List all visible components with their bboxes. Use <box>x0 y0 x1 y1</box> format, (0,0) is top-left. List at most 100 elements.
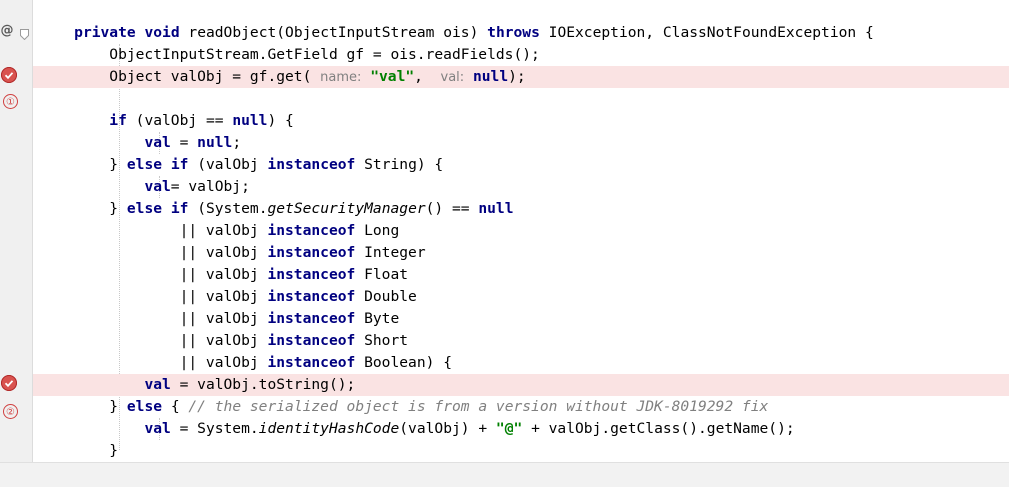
code-token: instanceof <box>267 310 356 327</box>
code-line[interactable]: || valObj instanceof Long <box>33 220 1009 242</box>
code-token: Integer <box>355 244 426 261</box>
code-token: void <box>144 24 180 41</box>
code-token: ObjectInputStream.GetField gf = ois.read… <box>39 46 540 63</box>
code-token: Float <box>355 266 409 283</box>
code-token: (valObj == <box>126 112 233 129</box>
code-line[interactable]: ObjectInputStream.GetField gf = ois.read… <box>33 44 1009 66</box>
editor-gutter: @ ① ② <box>0 0 33 462</box>
code-token: if <box>170 156 189 173</box>
parameter-hint: name: <box>320 70 362 85</box>
code-token: Boolean) { <box>355 354 452 371</box>
code-token: Object valObj = gf.get( <box>39 68 321 85</box>
code-line-breakpoint[interactable]: Object valObj = gf.get( name: "val", val… <box>33 66 1009 88</box>
code-line[interactable]: || valObj instanceof Boolean) { <box>33 352 1009 374</box>
code-token: || valObj <box>39 310 268 327</box>
code-token: instanceof <box>267 288 356 305</box>
code-line[interactable]: || valObj instanceof Byte <box>33 308 1009 330</box>
parameter-hint: val: <box>440 70 465 85</box>
code-line[interactable]: private void readObject(ObjectInputStrea… <box>33 22 1009 44</box>
breakpoint-icon[interactable] <box>1 67 17 83</box>
code-token: ; <box>232 134 242 151</box>
override-marker-icon[interactable]: @ <box>0 22 14 40</box>
code-token: = <box>170 134 198 151</box>
code-token: instanceof <box>267 332 356 349</box>
code-token: } <box>39 442 119 459</box>
code-token: Long <box>355 222 400 239</box>
code-token: throws <box>487 24 540 41</box>
code-token: } <box>39 398 127 415</box>
code-line[interactable]: val = null; <box>33 132 1009 154</box>
code-token: || valObj <box>39 354 268 371</box>
code-token: Double <box>355 288 417 305</box>
code-token: else <box>126 398 163 415</box>
code-token: null <box>472 68 509 85</box>
code-line[interactable]: || valObj instanceof Float <box>33 264 1009 286</box>
code-token: instanceof <box>267 156 356 173</box>
code-line[interactable]: } else if (System.getSecurityManager() =… <box>33 198 1009 220</box>
code-token: || valObj <box>39 222 268 239</box>
fold-marker-icon[interactable] <box>20 25 29 41</box>
code-token: val <box>144 420 171 437</box>
code-editor[interactable]: private void readObject(ObjectInputStrea… <box>33 0 1009 462</box>
horizontal-scrollbar[interactable] <box>0 462 1009 487</box>
code-token: private <box>74 24 136 41</box>
annotation-2-marker: ② <box>3 404 18 419</box>
code-token: getSecurityManager <box>267 200 426 217</box>
code-line[interactable]: || valObj instanceof Short <box>33 330 1009 352</box>
code-line[interactable]: } else if (valObj instanceof String) { <box>33 154 1009 176</box>
code-token: else <box>126 200 163 217</box>
breakpoint-icon[interactable] <box>1 375 17 391</box>
code-token: (valObj) + <box>399 420 496 437</box>
code-token: Byte <box>355 310 400 327</box>
code-token: = valObj; <box>170 178 250 195</box>
code-token: ); <box>508 68 526 85</box>
code-token: instanceof <box>267 222 356 239</box>
code-token: , <box>414 68 441 85</box>
code-token: (System. <box>188 200 268 217</box>
code-token: null <box>478 200 514 217</box>
code-token: (valObj <box>188 156 268 173</box>
code-line-breakpoint[interactable]: val = valObj.toString(); <box>33 374 1009 396</box>
code-token: if <box>109 112 127 129</box>
code-token: = System. <box>170 420 259 437</box>
code-token: "val" <box>370 68 415 85</box>
code-token: || valObj <box>39 244 268 261</box>
code-line[interactable]: if (valObj == null) { <box>33 110 1009 132</box>
code-token: readObject(ObjectInputStream ois) <box>179 24 488 41</box>
code-token: instanceof <box>267 354 356 371</box>
code-token: val <box>144 134 171 151</box>
code-line[interactable]: } <box>33 440 1009 462</box>
annotation-1-marker: ① <box>3 94 18 109</box>
code-line[interactable] <box>33 88 1009 110</box>
code-line[interactable]: || valObj instanceof Double <box>33 286 1009 308</box>
code-token: else <box>126 156 163 173</box>
code-token: = valObj.toString(); <box>170 376 356 393</box>
code-token: + valObj.getClass().getName(); <box>522 420 795 437</box>
code-token: null <box>232 112 268 129</box>
code-token: instanceof <box>267 244 356 261</box>
code-token: null <box>197 134 233 151</box>
code-token: () == <box>425 200 479 217</box>
code-token: IOException, ClassNotFoundException { <box>539 24 874 41</box>
code-token: // the serialized object is from a versi… <box>188 398 769 415</box>
code-token: ) { <box>267 112 294 129</box>
code-token: || valObj <box>39 288 268 305</box>
code-line[interactable]: || valObj instanceof Integer <box>33 242 1009 264</box>
code-token: identityHashCode <box>258 420 400 437</box>
code-token: || valObj <box>39 266 268 283</box>
code-line[interactable]: } else { // the serialized object is fro… <box>33 396 1009 418</box>
code-line[interactable]: val= valObj; <box>33 176 1009 198</box>
code-token: Short <box>355 332 409 349</box>
code-line[interactable]: val = System.identityHashCode(valObj) + … <box>33 418 1009 440</box>
code-token: || valObj <box>39 332 268 349</box>
code-token: String) { <box>355 156 444 173</box>
code-token: { <box>162 398 189 415</box>
